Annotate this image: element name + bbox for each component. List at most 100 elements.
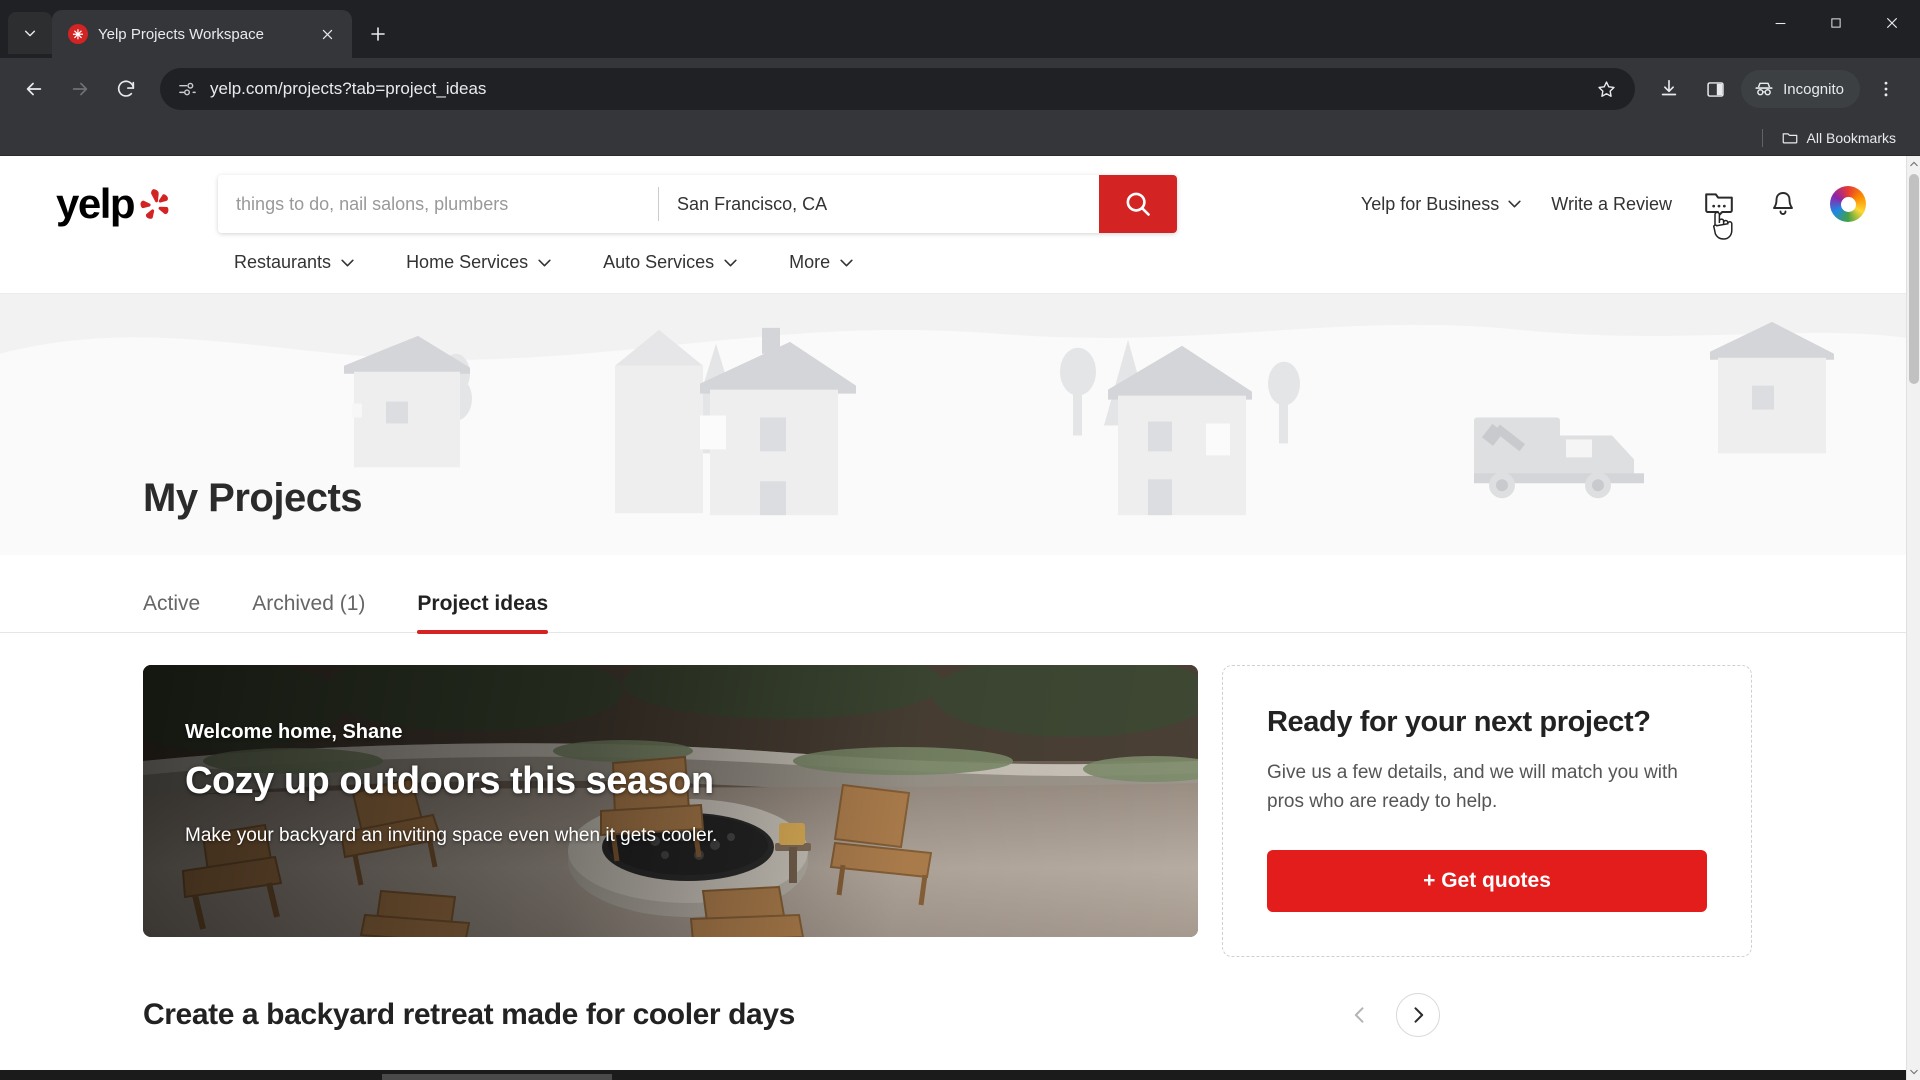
messages-icon[interactable]: [1702, 187, 1736, 240]
get-quotes-button[interactable]: + Get quotes: [1267, 850, 1707, 912]
write-review-link[interactable]: Write a Review: [1551, 194, 1672, 215]
incognito-indicator[interactable]: Incognito: [1741, 70, 1860, 108]
chevron-right-icon: [1414, 1007, 1424, 1023]
side-panel-button[interactable]: [1695, 69, 1735, 109]
chevron-down-icon: [538, 259, 551, 266]
reload-icon: [117, 80, 135, 97]
search-input[interactable]: [236, 193, 641, 215]
category-label: Auto Services: [603, 252, 715, 272]
tab-title: Yelp Projects Workspace: [98, 25, 264, 43]
page-info-icon[interactable]: [176, 78, 198, 100]
page-title: My Projects: [143, 476, 363, 520]
yelp-header: yelp things to do, nail salons, plumbers…: [0, 156, 1906, 293]
category-label: More: [789, 252, 831, 272]
back-button[interactable]: [14, 69, 54, 109]
yelp-header-nav: Yelp for Business Write a Review: [1361, 186, 1866, 240]
category-auto-services[interactable]: Auto Services: [603, 252, 737, 273]
new-tab-button[interactable]: [360, 16, 396, 52]
search-find-field[interactable]: [218, 175, 659, 233]
category-label: Restaurants: [234, 252, 332, 272]
browser-toolbar: yelp.com/projects?tab=project_ideas Inco…: [0, 58, 1920, 120]
tab-active[interactable]: Active: [143, 592, 200, 632]
chevron-down-icon: [1508, 200, 1521, 208]
promo-body: Give us a few details, and we will match…: [1267, 762, 1678, 812]
yelp-for-business-link[interactable]: Yelp for Business: [1361, 194, 1521, 215]
browser-tab[interactable]: ✳ Yelp Projects Workspace: [52, 10, 352, 58]
hero-text-block: Welcome home, Shane Cozy up outdoors thi…: [185, 721, 717, 847]
tab-search-button[interactable]: [8, 12, 52, 54]
forward-button[interactable]: [60, 69, 100, 109]
search-button[interactable]: [1099, 175, 1178, 233]
scroll-down-arrow[interactable]: [1907, 1064, 1920, 1080]
url-text: yelp.com/projects?tab=project_ideas: [210, 79, 487, 98]
all-bookmarks-button[interactable]: All Bookmarks: [1773, 125, 1904, 151]
close-window-button[interactable]: [1864, 0, 1920, 46]
location-input[interactable]: [677, 193, 1082, 215]
close-icon[interactable]: [314, 21, 340, 47]
yelp-search-group: [218, 175, 1178, 233]
three-dot-menu-icon: [1884, 81, 1888, 97]
main-content: Welcome home, Shane Cozy up outdoors thi…: [0, 633, 1906, 957]
scrollbar-thumb[interactable]: [1909, 174, 1919, 384]
incognito-icon: [1755, 82, 1773, 96]
category-more[interactable]: More: [789, 252, 853, 273]
carousel-header: Create a backyard retreat made for coole…: [0, 957, 1600, 1037]
scroll-up-arrow[interactable]: [1907, 156, 1920, 172]
hero-subhead: Make your backyard an inviting space eve…: [185, 825, 718, 846]
hero-welcome: Welcome home, Shane: [185, 721, 403, 743]
browser-window: ✳ Yelp Projects Workspace yelp.com/proje…: [0, 0, 1920, 1080]
hero-banner-card[interactable]: Welcome home, Shane Cozy up outdoors thi…: [143, 665, 1198, 937]
category-home-services[interactable]: Home Services: [406, 252, 551, 273]
chevron-down-icon: [24, 30, 36, 37]
yelp-for-business-label: Yelp for Business: [1360, 193, 1500, 214]
promo-title: Ready for your next project?: [1267, 706, 1651, 738]
category-restaurants[interactable]: Restaurants: [234, 252, 354, 273]
category-nav: Restaurants Home Services Auto Services …: [0, 252, 1906, 293]
reload-button[interactable]: [106, 69, 146, 109]
all-bookmarks-label: All Bookmarks: [1806, 129, 1896, 146]
page-scrollbar[interactable]: [1906, 156, 1920, 1080]
bookmarks-bar: All Bookmarks: [0, 120, 1920, 156]
yelp-topbar: yelp things to do, nail salons, plumbers…: [0, 156, 1906, 252]
forward-arrow-icon: [72, 82, 88, 96]
get-quotes-card: Ready for your next project? Give us a f…: [1222, 665, 1752, 957]
address-bar[interactable]: yelp.com/projects?tab=project_ideas: [160, 68, 1636, 110]
bookmarks-divider: [1761, 128, 1763, 147]
bell-icon[interactable]: [1766, 187, 1800, 221]
back-arrow-icon: [26, 82, 42, 96]
chevron-left-icon: [1354, 1007, 1364, 1023]
page-viewport: yelp things to do, nail salons, plumbers…: [0, 156, 1920, 1080]
tab-strip: ✳ Yelp Projects Workspace: [0, 0, 1920, 58]
page-bottom-accent: [382, 1074, 612, 1080]
minimize-button[interactable]: [1752, 0, 1808, 46]
chevron-down-icon: [341, 259, 354, 266]
window-controls: [1752, 0, 1920, 58]
folder-icon: [1782, 132, 1797, 143]
chevron-down-icon: [840, 259, 853, 266]
hero-headline: Cozy up outdoors this season: [185, 760, 714, 802]
download-icon: [1661, 79, 1677, 96]
search-icon: [1126, 192, 1150, 216]
carousel-title: Create a backyard retreat made for coole…: [143, 998, 795, 1031]
neighborhood-banner: My Projects: [0, 293, 1906, 555]
user-avatar[interactable]: [1830, 186, 1866, 222]
maximize-button[interactable]: [1808, 0, 1864, 46]
browser-menu-button[interactable]: [1866, 69, 1906, 109]
yelp-page: yelp things to do, nail salons, plumbers…: [0, 156, 1906, 1080]
star-icon[interactable]: [1591, 74, 1621, 104]
tab-project-ideas[interactable]: Project ideas: [417, 592, 548, 634]
carousel-next-button[interactable]: [1396, 993, 1440, 1037]
yelp-logo[interactable]: yelp: [56, 180, 170, 228]
yelp-logo-text: yelp: [56, 180, 136, 227]
project-tabs: Active Archived (1) Project ideas: [0, 555, 1906, 634]
side-panel-icon: [1706, 81, 1724, 97]
carousel-prev-button[interactable]: [1338, 993, 1382, 1037]
category-label: Home Services: [406, 252, 529, 272]
tab-archived[interactable]: Archived (1): [252, 592, 365, 632]
download-button[interactable]: [1649, 69, 1689, 109]
yelp-burst-icon: [140, 189, 169, 219]
page-bottom-strip: [0, 1070, 1906, 1080]
incognito-label: Incognito: [1783, 80, 1844, 98]
plus-icon: [371, 27, 385, 41]
search-location-field[interactable]: [659, 175, 1100, 233]
